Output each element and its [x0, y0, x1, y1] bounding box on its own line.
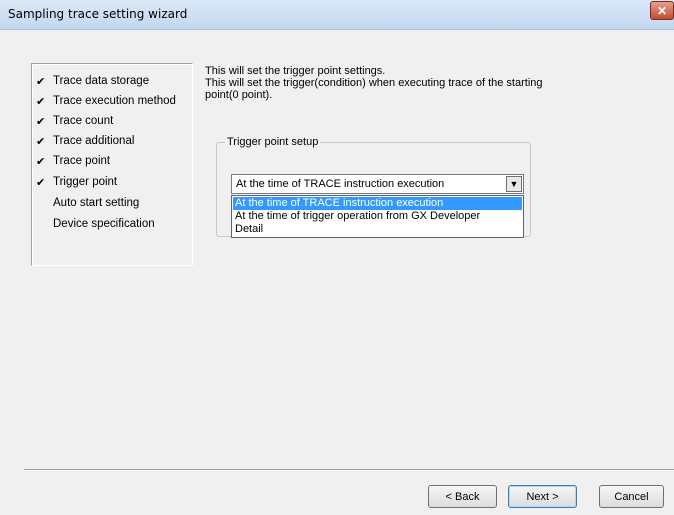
step-label: Auto start setting [53, 197, 140, 209]
trigger-point-combobox[interactable]: At the time of TRACE instruction executi… [231, 174, 524, 194]
description-line: This will set the trigger(condition) whe… [205, 77, 543, 89]
back-button[interactable]: < Back [428, 485, 497, 508]
combobox-value: At the time of TRACE instruction executi… [236, 178, 445, 190]
step-label: Trigger point [53, 176, 118, 188]
description-line: This will set the trigger point settings… [205, 65, 386, 77]
check-icon: ✔ [36, 75, 46, 88]
step-trace-data-storage: ✔ Trace data storage [36, 72, 191, 90]
step-label: Trace execution method [53, 95, 176, 107]
step-trace-count: ✔ Trace count [36, 112, 191, 130]
group-legend: Trigger point setup [225, 136, 321, 148]
step-description: This will set the trigger point settings… [205, 65, 645, 101]
dropdown-option[interactable]: At the time of TRACE instruction executi… [233, 197, 522, 210]
check-icon: ✔ [36, 95, 46, 108]
close-icon: ✕ [656, 3, 668, 18]
step-trigger-point: ✔ Trigger point [36, 173, 191, 191]
step-label: Trace data storage [53, 75, 150, 87]
wizard-steps-panel: ✔ Trace data storage ✔ Trace execution m… [31, 63, 193, 266]
step-label: Trace point [53, 155, 111, 167]
close-button[interactable]: ✕ [650, 1, 674, 20]
trigger-point-dropdown-list[interactable]: At the time of TRACE instruction executi… [231, 195, 524, 238]
title-bar: Sampling trace setting wizard ✕ [0, 0, 674, 30]
step-trace-additional: ✔ Trace additional [36, 132, 191, 150]
step-device-specification: Device specification [36, 215, 191, 233]
chevron-down-icon[interactable]: ▼ [506, 176, 522, 192]
check-icon: ✔ [36, 155, 46, 168]
next-button[interactable]: Next > [508, 485, 577, 508]
footer-separator [24, 469, 674, 471]
cancel-button[interactable]: Cancel [599, 485, 664, 508]
window-title: Sampling trace setting wizard [8, 7, 188, 21]
dropdown-option[interactable]: Detail [233, 223, 522, 236]
step-label: Trace additional [53, 135, 135, 147]
dropdown-option[interactable]: At the time of trigger operation from GX… [233, 210, 522, 223]
step-label: Device specification [53, 218, 155, 230]
check-icon: ✔ [36, 115, 46, 128]
check-icon: ✔ [36, 135, 46, 148]
step-trace-point: ✔ Trace point [36, 152, 191, 170]
step-auto-start-setting: Auto start setting [36, 194, 191, 212]
step-label: Trace count [53, 115, 114, 127]
check-icon: ✔ [36, 176, 46, 189]
step-trace-execution-method: ✔ Trace execution method [36, 92, 191, 110]
description-line: point(0 point). [205, 89, 273, 101]
